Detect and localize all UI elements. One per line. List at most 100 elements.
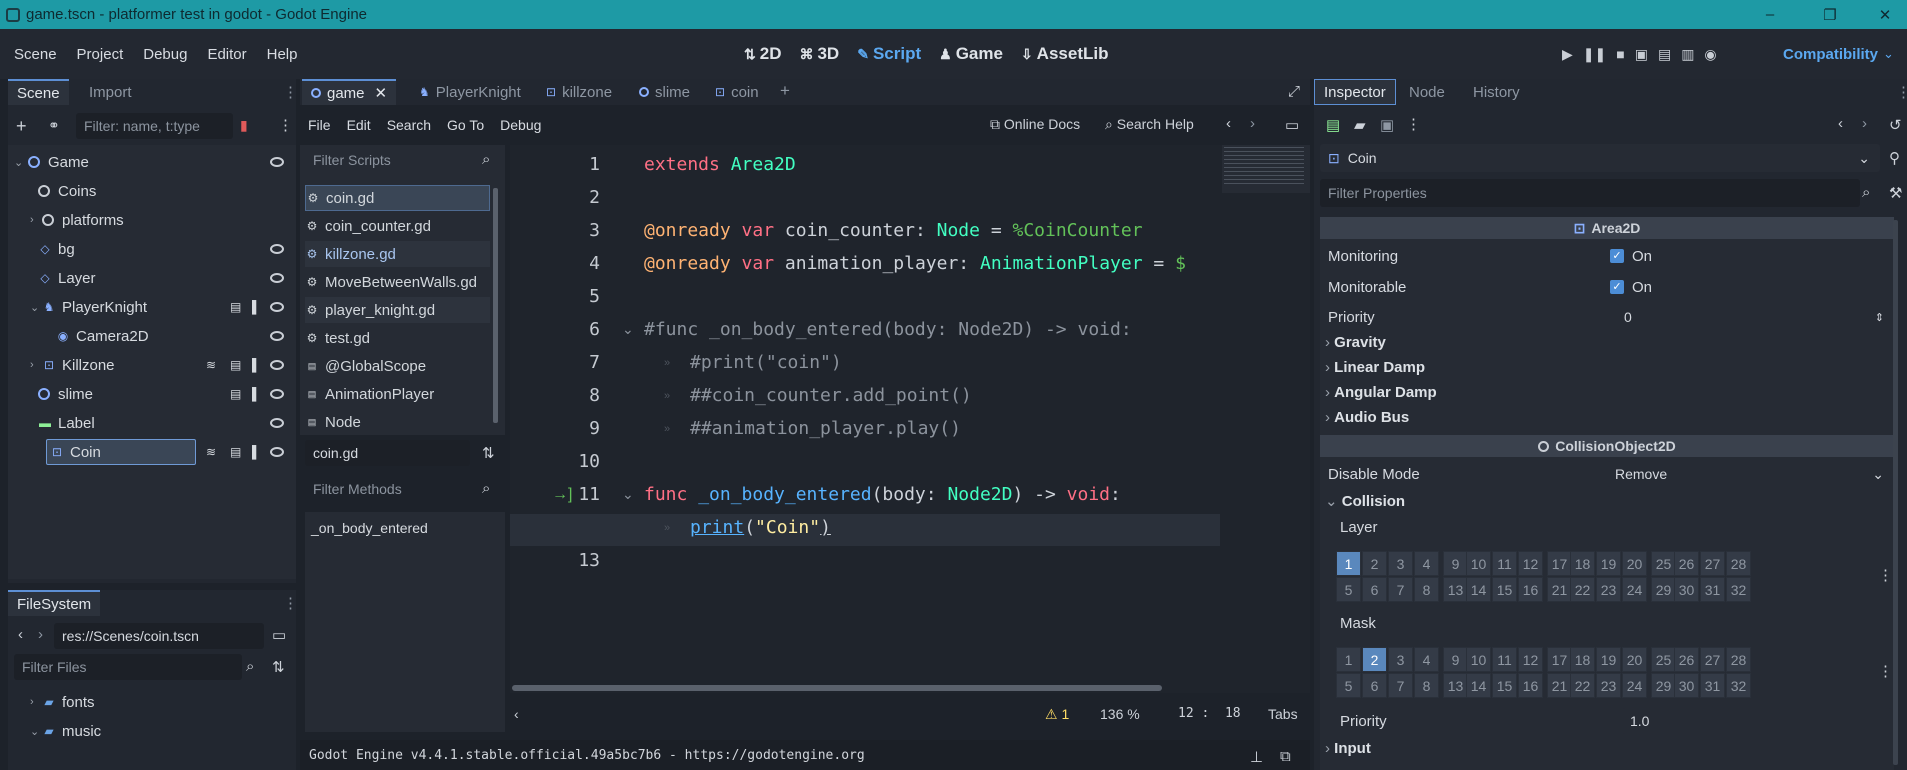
signal-icon[interactable]: ≋ bbox=[206, 358, 216, 372]
folder-music[interactable]: ⌄ ▰ music bbox=[30, 717, 280, 745]
workspace-assetlib[interactable]: ⇩ AssetLib bbox=[1012, 44, 1118, 64]
minimize-button[interactable]: – bbox=[1740, 0, 1800, 29]
scene-tab-slime[interactable]: slime bbox=[630, 79, 699, 105]
script-item-coin[interactable]: ⚙ coin.gd bbox=[305, 185, 490, 211]
chevron-down-icon[interactable]: ⌄ bbox=[30, 301, 42, 314]
instance-icon[interactable]: ▤ bbox=[230, 387, 241, 401]
script-menu-file[interactable]: File bbox=[300, 112, 339, 138]
filter-methods-input[interactable]: Filter Methods bbox=[305, 476, 475, 502]
script-menu-goto[interactable]: Go To bbox=[439, 112, 492, 138]
disable-mode-dropdown[interactable]: Remove ⌄ bbox=[1607, 461, 1892, 487]
layer-bit-32[interactable]: 32 bbox=[1726, 673, 1751, 698]
layer-bit-26[interactable]: 26 bbox=[1674, 551, 1699, 576]
script-item-coin-counter[interactable]: ⚙ coin_counter.gd bbox=[305, 213, 490, 239]
menu-project[interactable]: Project bbox=[67, 46, 134, 63]
layer-bit-8[interactable]: 8 bbox=[1414, 577, 1439, 602]
tree-node-coin[interactable]: ⊡ Coin ≋ ▤ ▌ bbox=[38, 438, 294, 466]
layer-bit-27[interactable]: 27 bbox=[1700, 647, 1725, 672]
layer-bit-24[interactable]: 24 bbox=[1622, 673, 1647, 698]
tab-inspector[interactable]: Inspector bbox=[1314, 79, 1396, 105]
layer-bit-13[interactable]: 13 bbox=[1443, 577, 1468, 602]
layer-bit-7[interactable]: 7 bbox=[1388, 673, 1413, 698]
indent-mode[interactable]: Tabs bbox=[1268, 706, 1298, 722]
layer-bit-16[interactable]: 16 bbox=[1518, 673, 1543, 698]
layer-bit-11[interactable]: 11 bbox=[1492, 551, 1517, 576]
play-scene-icon[interactable]: ▤ bbox=[1658, 46, 1671, 63]
layer-bit-17[interactable]: 17 bbox=[1547, 551, 1572, 576]
script-item-killzone[interactable]: ⚙ killzone.gd bbox=[305, 241, 490, 267]
filter-properties-input[interactable]: Filter Properties bbox=[1320, 179, 1860, 207]
add-node-icon[interactable]: + bbox=[16, 116, 27, 137]
object-history-icon[interactable]: ↺ bbox=[1889, 116, 1902, 134]
layer-bit-3[interactable]: 3 bbox=[1388, 647, 1413, 672]
distraction-free-icon[interactable]: ⤢ bbox=[1288, 83, 1300, 100]
renderer-selector[interactable]: Compatibility bbox=[1783, 46, 1878, 63]
scene-filter-input[interactable]: Filter: name, t:type bbox=[76, 113, 233, 139]
script-item-movebetweenwalls[interactable]: ⚙ MoveBetweenWalls.gd bbox=[305, 269, 490, 295]
workspace-3d[interactable]: ⌘ 3D bbox=[790, 44, 848, 64]
tab-import[interactable]: Import bbox=[80, 79, 141, 105]
tree-node-coins[interactable]: Coins bbox=[38, 177, 294, 205]
layer-bit-6[interactable]: 6 bbox=[1362, 577, 1387, 602]
group-linear-damp[interactable]: › Linear Damp bbox=[1325, 359, 1425, 376]
layer-bit-29[interactable]: 29 bbox=[1651, 577, 1676, 602]
layer-bit-15[interactable]: 15 bbox=[1492, 673, 1517, 698]
add-scene-tab-icon[interactable]: + bbox=[780, 81, 790, 101]
chevron-down-icon[interactable]: ⌄ bbox=[14, 156, 28, 169]
chevron-down-icon[interactable]: ⌄ bbox=[30, 725, 42, 738]
script-item-player-knight[interactable]: ⚙ player_knight.gd bbox=[305, 297, 490, 323]
script-menu-search[interactable]: Search bbox=[379, 112, 439, 138]
visibility-eye-icon[interactable] bbox=[270, 389, 284, 399]
script-item-globalscope[interactable]: ▤ @GlobalScope bbox=[305, 353, 490, 379]
tree-node-layer[interactable]: ◇ Layer bbox=[38, 264, 294, 292]
layer-bit-3[interactable]: 3 bbox=[1388, 551, 1413, 576]
search-help-link[interactable]: ⌕ Search Help bbox=[1105, 116, 1194, 133]
fold-chevron-icon[interactable]: ⌄ bbox=[622, 321, 634, 338]
online-docs-link[interactable]: ⧉ Online Docs bbox=[990, 116, 1080, 133]
layer-bit-11[interactable]: 11 bbox=[1492, 647, 1517, 672]
layer-bit-16[interactable]: 16 bbox=[1518, 577, 1543, 602]
layer-bit-12[interactable]: 12 bbox=[1518, 551, 1543, 576]
menu-help[interactable]: Help bbox=[257, 46, 308, 63]
tab-history[interactable]: History bbox=[1464, 79, 1529, 105]
filter-scripts-input[interactable]: Filter Scripts bbox=[305, 147, 475, 173]
save-resource-icon[interactable]: ▣ bbox=[1380, 116, 1394, 134]
menu-editor[interactable]: Editor bbox=[197, 46, 256, 63]
menu-debug[interactable]: Debug bbox=[133, 46, 197, 63]
history-forward-icon[interactable]: › bbox=[1862, 115, 1867, 132]
method-item[interactable]: _on_body_entered bbox=[311, 514, 501, 542]
visibility-eye-icon[interactable] bbox=[270, 418, 284, 428]
layer-bit-13[interactable]: 13 bbox=[1443, 673, 1468, 698]
layer-bit-25[interactable]: 25 bbox=[1651, 551, 1676, 576]
sort-icon[interactable]: ⇅ bbox=[272, 658, 285, 676]
search-icon[interactable]: ⌕ bbox=[246, 658, 254, 675]
history-back-icon[interactable]: ‹ bbox=[1226, 115, 1231, 132]
tree-node-game[interactable]: ⌄ Game bbox=[14, 148, 294, 176]
forward-icon[interactable]: › bbox=[38, 626, 43, 643]
layer-bit-1[interactable]: 1 bbox=[1336, 647, 1361, 672]
workspace-2d[interactable]: ⇅ 2D bbox=[735, 44, 790, 64]
new-resource-icon[interactable]: ▤ bbox=[1326, 116, 1340, 134]
layer-bit-20[interactable]: 20 bbox=[1622, 551, 1647, 576]
priority-spinbox[interactable]: 0 ⇕ bbox=[1616, 304, 1892, 330]
visibility-eye-icon[interactable] bbox=[270, 273, 284, 283]
script-item-test[interactable]: ⚙ test.gd bbox=[305, 325, 490, 351]
scene-menu-icon[interactable]: ⋮ bbox=[278, 116, 293, 134]
split-view-icon[interactable]: ▭ bbox=[272, 626, 286, 644]
node-info-icon[interactable]: ⚲ bbox=[1889, 149, 1900, 167]
code-editor[interactable]: 1 2 3 4 5 6 7 8 9 10 11 12 13 →] ⌄ ⌄ ext… bbox=[510, 145, 1310, 693]
tree-node-platforms[interactable]: › platforms bbox=[30, 206, 294, 234]
collapse-left-icon[interactable]: ‹ bbox=[514, 706, 519, 722]
dock-menu-icon[interactable]: ⋮ bbox=[283, 594, 298, 612]
script-icon[interactable]: ▌ bbox=[252, 387, 261, 401]
layer-bit-20[interactable]: 20 bbox=[1622, 647, 1647, 672]
menu-scene[interactable]: Scene bbox=[4, 46, 67, 63]
layer-bit-32[interactable]: 32 bbox=[1726, 577, 1751, 602]
fold-chevron-icon[interactable]: ⌄ bbox=[622, 486, 634, 503]
scene-tab-killzone[interactable]: ⊡ killzone bbox=[537, 79, 621, 105]
warning-icon[interactable]: ⚠ 1 bbox=[1045, 706, 1069, 723]
tab-filesystem[interactable]: FileSystem bbox=[8, 590, 101, 616]
back-icon[interactable]: ‹ bbox=[18, 626, 23, 643]
layer-bit-9[interactable]: 9 bbox=[1443, 647, 1468, 672]
layer-bit-22[interactable]: 22 bbox=[1570, 577, 1595, 602]
